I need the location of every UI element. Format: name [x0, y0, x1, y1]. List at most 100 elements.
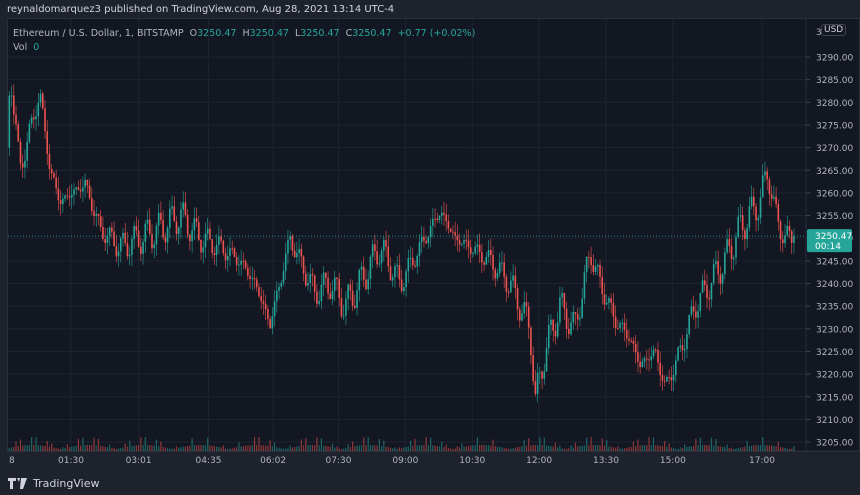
- volume-bar: [586, 437, 588, 451]
- candle-body: [213, 252, 216, 256]
- volume-bar: [655, 445, 657, 451]
- candle-body: [106, 235, 109, 243]
- candle-body: [394, 266, 396, 278]
- candle-body: [755, 206, 757, 221]
- volume-bar: [231, 448, 233, 451]
- candle-body: [429, 225, 432, 238]
- candle-body: [244, 261, 247, 269]
- candle-body: [570, 322, 572, 335]
- volume-bar: [690, 446, 693, 451]
- candle-body: [378, 263, 381, 265]
- candle-body: [443, 212, 445, 215]
- symbol-name[interactable]: Ethereum / U.S. Dollar, 1, BITSTAMP: [13, 28, 184, 39]
- candle-body: [385, 240, 387, 247]
- volume-bar: [262, 445, 265, 451]
- candle-body: [423, 237, 425, 241]
- candle-body: [342, 315, 345, 317]
- candle-body: [104, 239, 106, 243]
- time-tick-label: 15:00: [660, 456, 686, 466]
- volume-bar: [445, 444, 447, 451]
- currency-badge[interactable]: USD: [821, 24, 847, 36]
- candle-body: [287, 239, 289, 254]
- volume-bar: [367, 437, 369, 451]
- candle-body: [175, 221, 178, 235]
- candle-body: [661, 375, 664, 381]
- volume-bar: [559, 445, 561, 451]
- volume-bar: [643, 445, 646, 451]
- time-tick-label: 06:02: [260, 456, 286, 466]
- volume-bar: [579, 446, 581, 451]
- volume-bar: [733, 448, 735, 451]
- volume-bar: [401, 447, 403, 451]
- candle-body: [340, 298, 343, 317]
- candle-body: [55, 177, 57, 189]
- volume-bar: [104, 446, 106, 451]
- volume-bar: [300, 439, 302, 451]
- volume-bar: [68, 447, 71, 451]
- candle-body: [184, 202, 187, 216]
- volume-bar: [48, 446, 51, 451]
- volume-bar: [409, 440, 412, 451]
- volume-bar: [162, 446, 164, 451]
- candle-body: [273, 301, 276, 317]
- volume-bar: [479, 445, 481, 451]
- candle-body: [675, 360, 677, 376]
- volume-bar: [608, 446, 610, 451]
- candle-body: [200, 239, 202, 253]
- candle-body: [177, 227, 180, 235]
- candle-body: [472, 253, 474, 255]
- volume-bar: [487, 445, 490, 451]
- candlestick-chart[interactable]: 3205.00 3210.00 3215.00 3220.00 3225.00 3230.…: [0, 0, 860, 495]
- candle-body: [222, 240, 225, 254]
- volume-bar: [550, 446, 552, 451]
- volume-bar: [541, 445, 543, 451]
- candle-body: [35, 116, 37, 120]
- volume-bar: [623, 448, 626, 451]
- volume-bar: [465, 446, 467, 451]
- candle-body: [434, 218, 436, 220]
- volume-bar: [247, 445, 249, 451]
- volume-bar: [501, 447, 503, 451]
- volume-bar: [539, 437, 541, 451]
- candle-body: [400, 279, 403, 291]
- volume-bar: [46, 441, 48, 451]
- volume-bar: [701, 445, 704, 451]
- volume-bar: [8, 447, 10, 451]
- volume-bar: [207, 437, 209, 451]
- volume-bar: [594, 445, 597, 451]
- close-value: 3250.47: [352, 28, 392, 39]
- volume-bar: [430, 437, 432, 451]
- volume-bar: [59, 448, 62, 451]
- volume-bar: [213, 446, 215, 451]
- volume-bar: [135, 445, 137, 451]
- volume-bar: [537, 445, 539, 451]
- volume-bar: [180, 447, 182, 451]
- volume-bar: [568, 448, 570, 451]
- candle-body: [764, 171, 766, 176]
- candle-body: [481, 252, 483, 263]
- volume-bar: [184, 446, 187, 451]
- candle-body: [552, 319, 555, 331]
- candle-body: [255, 279, 258, 288]
- candle-body: [456, 235, 459, 241]
- candle-body: [389, 266, 392, 281]
- tradingview-brand[interactable]: TradingView: [8, 477, 99, 490]
- volume-bar: [458, 447, 461, 451]
- volume-bar: [423, 445, 425, 451]
- candle-body: [41, 93, 44, 109]
- candle-body: [367, 279, 369, 290]
- candle-body: [703, 280, 706, 286]
- candle-body: [391, 277, 394, 281]
- candle-body: [86, 179, 89, 186]
- candle-body: [536, 372, 539, 394]
- candle-body: [33, 117, 35, 120]
- candle-body: [579, 317, 581, 320]
- low-value: 3250.47: [300, 28, 340, 39]
- candle-body: [135, 225, 138, 231]
- volume-bar: [267, 445, 269, 451]
- volume-bar: [305, 437, 307, 451]
- volume-bar: [269, 440, 271, 451]
- candle-body: [715, 261, 717, 265]
- candle-body: [603, 294, 606, 305]
- volume-bar: [193, 445, 195, 451]
